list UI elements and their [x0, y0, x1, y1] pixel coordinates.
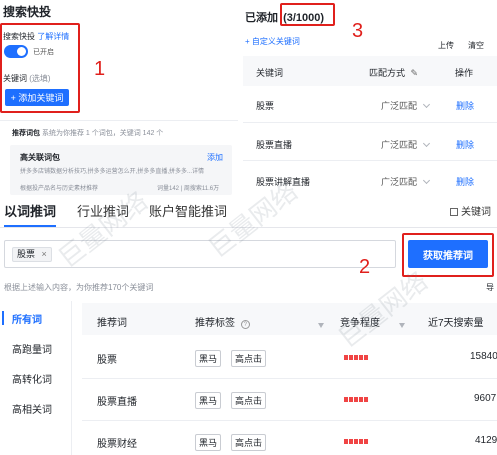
pack-add-link[interactable]: 添加 — [207, 152, 223, 163]
sidebar-item-high-volume[interactable]: 高跑量词 — [12, 341, 52, 356]
pack-name: 高关联词包 — [20, 153, 60, 162]
added-title-text: 已添加 — [245, 12, 278, 24]
added-table-header: 关键词 匹配方式 ✎ 操作 — [243, 56, 497, 86]
clear-link[interactable]: 清空 — [468, 40, 484, 51]
col-tag-header: 推荐标签 ? — [195, 314, 250, 329]
recommend-hint: 根据上述输入内容，为你推荐170个关键词 — [4, 283, 154, 292]
row-divider — [82, 420, 497, 421]
tag-dark-horse: 黑马 — [195, 350, 222, 367]
word-pack-title: 推荐词包 — [12, 130, 40, 137]
col-word-header: 推荐词 — [97, 318, 127, 329]
pack-stats: 词量142 | 周搜索11.6万 — [157, 186, 220, 192]
keyword-input[interactable]: 股票 × — [4, 240, 396, 268]
row-volume: 9607 — [474, 393, 497, 404]
tab-bar: 以词推词 行业推词 账户智能推词 关键词 — [0, 196, 497, 228]
col-action-header: 操作 — [455, 68, 474, 78]
row-volume: 15840 — [470, 351, 497, 362]
tag-dark-horse: 黑马 — [195, 392, 222, 409]
tag-high-click: 高点击 — [231, 392, 267, 409]
added-row-keyword: 股票 — [256, 101, 275, 111]
col-match-text: 匹配方式 — [369, 68, 406, 78]
upload-link[interactable]: 上传 — [438, 40, 454, 51]
recommend-table-header: 推荐词 推荐标签 ? 竞争程度 近7天搜索量 — [82, 303, 497, 335]
delete-link[interactable]: 删除 — [456, 175, 474, 188]
chip-label: 股票 — [17, 249, 36, 259]
annotation-box-3 — [280, 3, 335, 26]
word-pack-subtitle: 系统为你推荐 1 个词包，关键词 142 个 — [41, 130, 164, 137]
annotation-number-3: 3 — [352, 20, 364, 42]
added-row-keyword: 股票直播 — [256, 140, 293, 150]
input-chip: 股票 × — [12, 247, 52, 262]
tag-high-click: 高点击 — [231, 434, 267, 451]
sidebar-active-bar — [2, 311, 4, 325]
custom-keyword-link[interactable]: + 自定义关键词 — [245, 36, 300, 47]
filter-icon[interactable] — [318, 315, 324, 333]
tab-industry[interactable]: 行业推词 — [77, 201, 129, 220]
word-pack-card: 高关联词包 添加 拼多多店铺数据分析技巧,拼多多运营怎么开,拼多多直播,拼多多.… — [10, 145, 232, 195]
col-volume-header: 近7天搜索量 — [428, 318, 484, 329]
col-tag-text: 推荐标签 — [195, 318, 235, 329]
sidebar: 所有词 高跑量词 高转化词 高相关词 — [0, 301, 72, 455]
word-pack-header: 推荐词包 系统为你推荐 1 个词包，关键词 142 个 — [12, 128, 163, 138]
chevron-down-icon — [422, 139, 430, 148]
added-row-keyword: 股票讲解直播 — [256, 177, 311, 187]
competition-bars — [344, 439, 368, 444]
tab-account-smart[interactable]: 账户智能推词 — [149, 201, 227, 220]
list-icon — [450, 208, 458, 216]
export-link[interactable]: 导 — [486, 282, 494, 293]
keyword-button-label: 关键词 — [461, 207, 491, 218]
row-divider — [243, 122, 497, 123]
annotation-box-2 — [402, 233, 494, 277]
filter-icon[interactable] — [399, 315, 405, 333]
competition-bars — [344, 355, 368, 360]
match-select-value: 广泛匹配 — [381, 101, 418, 111]
row-divider — [243, 160, 497, 161]
pack-desc-2: 根据投产品名与历史素材推荐 — [20, 186, 99, 192]
row-word: 股票直播 — [97, 397, 137, 408]
match-select-value: 广泛匹配 — [381, 140, 418, 150]
annotation-number-2: 2 — [359, 256, 371, 278]
sidebar-item-high-conversion[interactable]: 高转化词 — [12, 371, 52, 386]
row-divider — [82, 378, 497, 379]
col-match-header: 匹配方式 ✎ — [369, 66, 418, 79]
chevron-down-icon — [422, 176, 430, 185]
row-volume: 4129 — [475, 435, 497, 446]
divider — [0, 120, 238, 121]
row-word: 股票 — [97, 355, 117, 366]
tag-high-click: 高点击 — [231, 350, 267, 367]
tab-active-underline — [4, 225, 56, 227]
close-icon[interactable]: × — [42, 249, 47, 259]
annotation-box-1 — [0, 23, 80, 113]
chevron-down-icon — [422, 100, 430, 109]
tag-dark-horse: 黑马 — [195, 434, 222, 451]
match-select-value: 广泛匹配 — [381, 177, 418, 187]
delete-link[interactable]: 删除 — [456, 138, 474, 151]
sidebar-item-all[interactable]: 所有词 — [12, 311, 42, 326]
edit-icon[interactable]: ✎ — [411, 68, 419, 78]
col-competition-header: 竞争程度 — [340, 318, 380, 329]
delete-link[interactable]: 删除 — [456, 99, 474, 112]
col-keyword-header: 关键词 — [256, 68, 284, 78]
competition-bars — [344, 397, 368, 402]
match-select[interactable]: 广泛匹配 — [381, 138, 430, 151]
annotation-number-1: 1 — [94, 58, 106, 80]
search-express-title: 搜索快投 — [3, 5, 52, 19]
match-select[interactable]: 广泛匹配 — [381, 99, 430, 112]
pack-desc: 拼多多店铺数据分析技巧,拼多多运营怎么开,拼多多直播,拼多多...详情 — [20, 169, 205, 175]
match-select[interactable]: 广泛匹配 — [381, 175, 430, 188]
tab-word-to-word[interactable]: 以词推词 — [4, 201, 56, 220]
keyword-button[interactable]: 关键词 — [450, 203, 491, 218]
info-icon: ? — [240, 320, 250, 329]
row-word: 股票财经 — [97, 439, 137, 450]
sidebar-item-high-relevance[interactable]: 高相关词 — [12, 401, 52, 416]
